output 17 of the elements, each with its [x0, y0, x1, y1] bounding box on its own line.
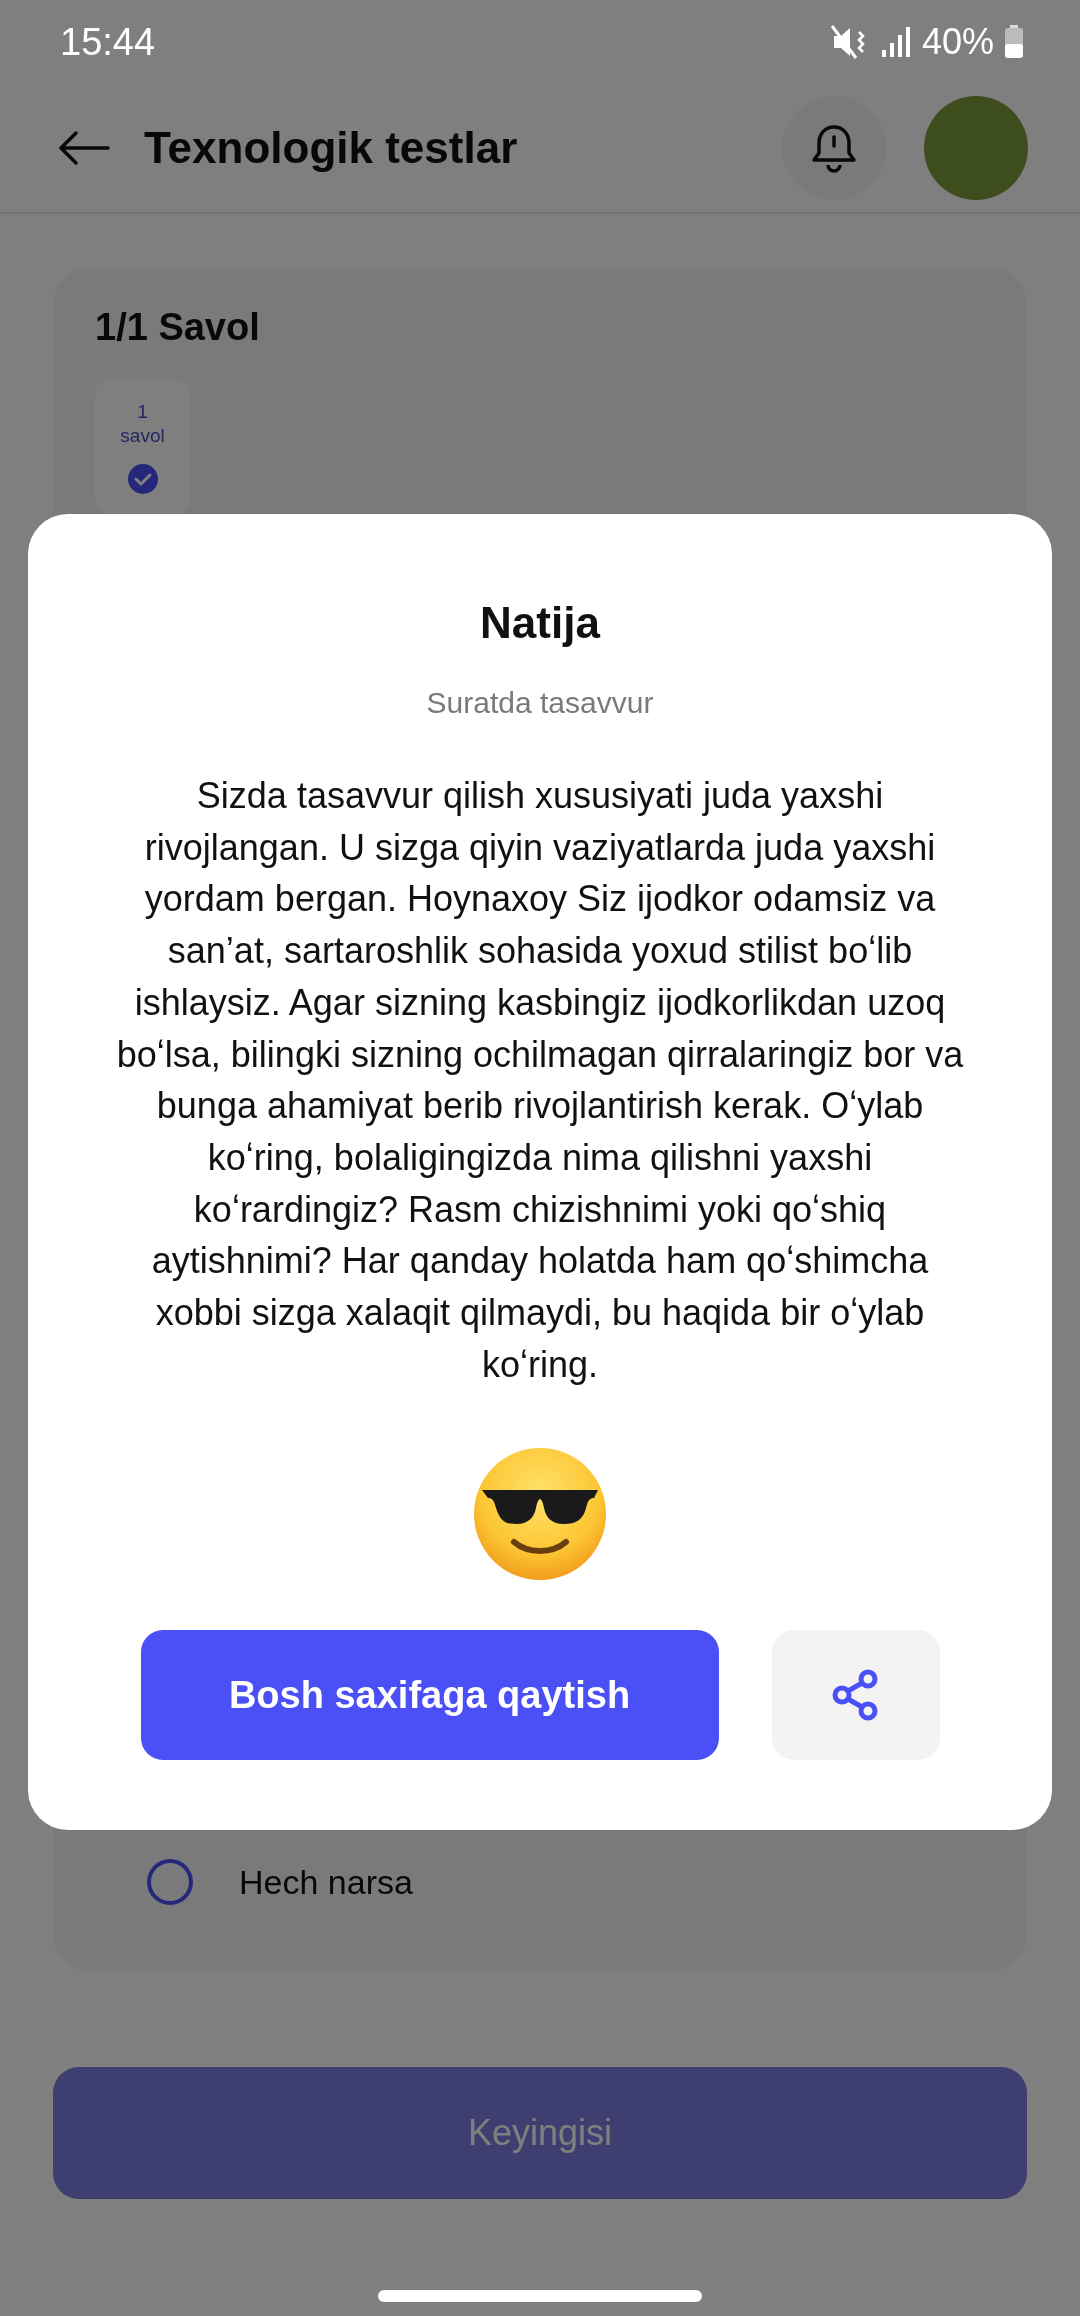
page-title: Texnologik testlar — [144, 123, 519, 173]
status-time: 15:44 — [60, 20, 156, 64]
home-page-button[interactable]: Bosh saxifaga qaytish — [140, 1630, 719, 1761]
sunglasses-face-icon — [472, 1446, 608, 1583]
battery-icon — [1004, 25, 1024, 59]
question-chip[interactable]: 1 savol — [95, 379, 190, 514]
question-counter: 1/1 Savol — [95, 306, 261, 349]
radio-button[interactable] — [147, 1859, 193, 1905]
result-description: Sizda tasavvur qilish xususiyati juda yaxshi rivojlangan. U sizga qiyin vaziyatlarda juda yaxshi yordam bergan. Hoynaxoy Siz ijodkor odamsiz va san’at, sartaroshlik sohasida yoxud stilist boʻlib ishlaysiz. Agar sizning kasbingiz ijodkorlikdan uzoq boʻlsa, bilingki sizning ochilmagan qirralaringiz bor va bunga ahamiyat berib rivojlantirish kerak. Oʻylab koʻring, bolaligingizda nima qilishni yaxshi koʻrardingiz? Rasm chizishnimi yoki qoʻshiq aytishnimi? Har qanday holatda ham qoʻshimcha xobbi sizga xalaqit qilmaydi, bu haqida bir oʻylab koʻring. — [115, 774, 965, 1387]
battery-percent: 40% — [921, 21, 994, 63]
back-arrow-icon[interactable] — [58, 130, 110, 166]
share-button[interactable] — [771, 1630, 940, 1761]
bell-icon — [811, 123, 857, 173]
dialog-subtitle: Suratda tasavvur — [426, 686, 654, 720]
signal-icon — [879, 26, 912, 58]
option-label: Hech narsa — [239, 1862, 413, 1902]
dialog-title: Natija — [480, 598, 600, 648]
